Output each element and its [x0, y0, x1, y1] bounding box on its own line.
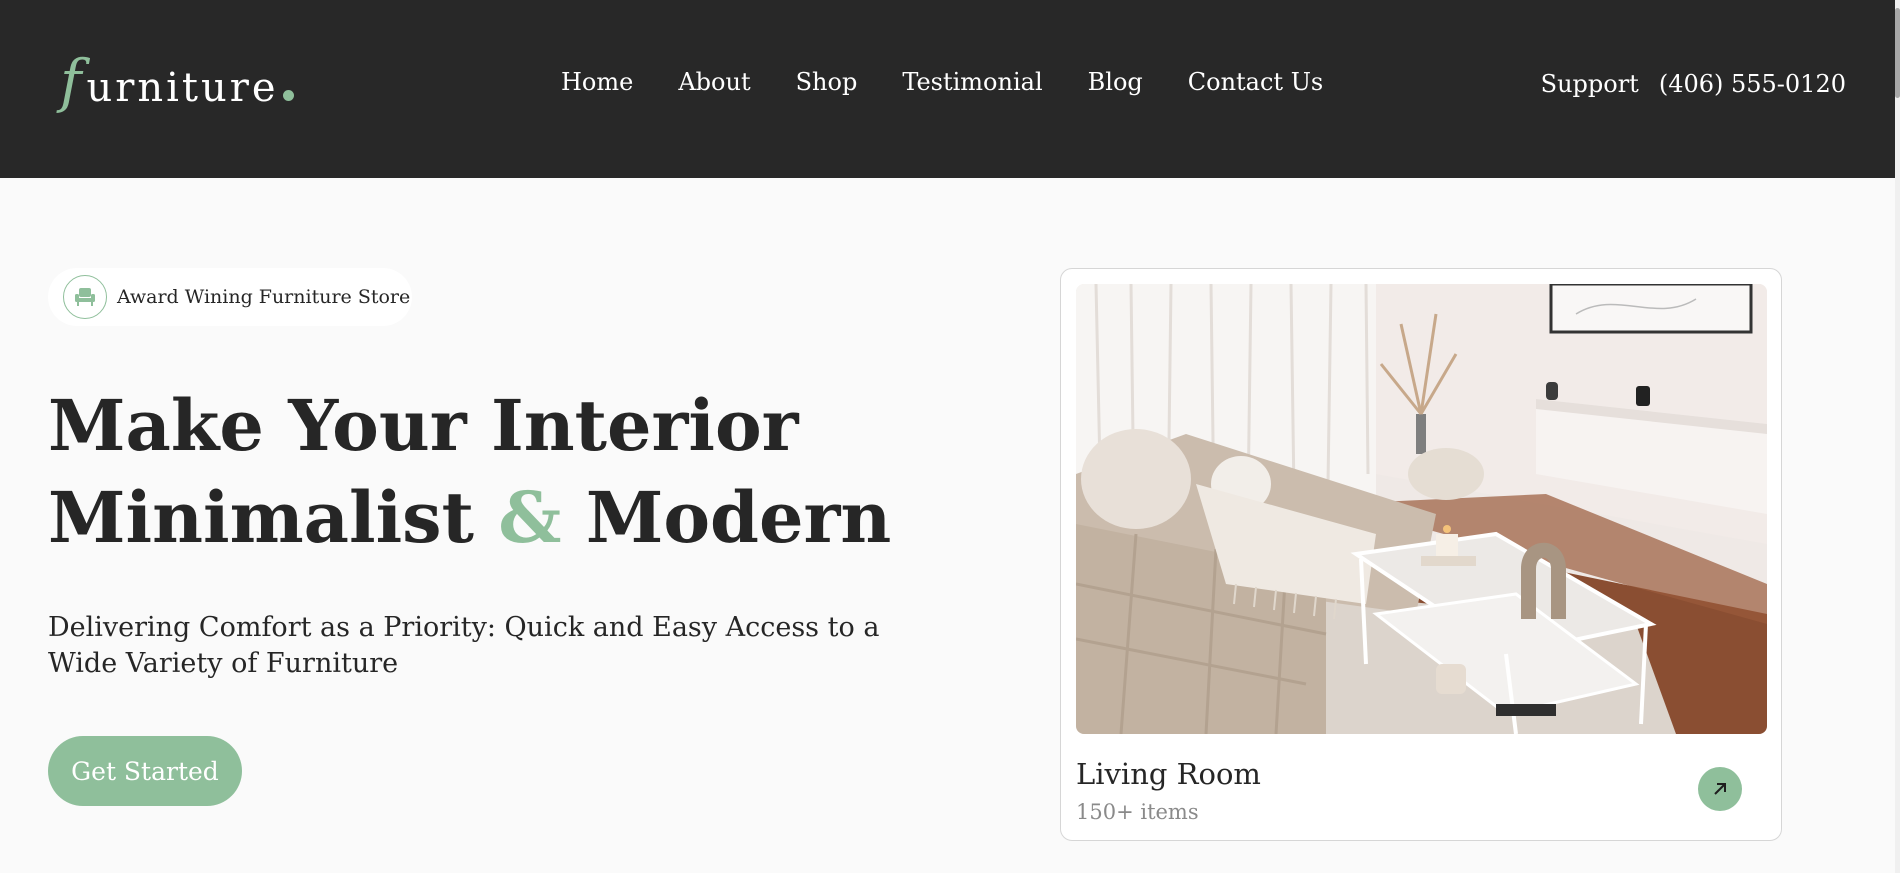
- support-contact: Support (406) 555-0120: [1541, 72, 1846, 96]
- card-item-count: 150+ items: [1076, 800, 1199, 824]
- armchair-icon: [63, 275, 107, 319]
- scrollbar-thumb[interactable]: [1895, 8, 1900, 98]
- hero-title: Make Your Interior Minimalist & Modern: [48, 380, 891, 564]
- hero-title-word-minimalist: Minimalist: [48, 476, 474, 559]
- logo-initial: f: [60, 47, 85, 115]
- badge-text: Award Wining Furniture Store: [117, 286, 411, 308]
- nav-contact-us[interactable]: Contact Us: [1188, 70, 1323, 94]
- hero-description: Delivering Comfort as a Priority: Quick …: [48, 612, 880, 679]
- logo-text: urniture: [86, 65, 279, 111]
- nav-testimonial[interactable]: Testimonial: [902, 70, 1042, 94]
- nav-shop[interactable]: Shop: [796, 70, 858, 94]
- logo-dot: [282, 90, 294, 101]
- nav-about[interactable]: About: [678, 70, 750, 94]
- hero-title-line1: Make Your Interior: [48, 384, 799, 467]
- get-started-button[interactable]: Get Started: [48, 736, 242, 806]
- nav-blog[interactable]: Blog: [1088, 70, 1143, 94]
- arrow-up-right-icon[interactable]: [1698, 767, 1742, 811]
- logo[interactable]: furniture: [60, 52, 294, 110]
- hero-title-word-modern: Modern: [585, 476, 892, 559]
- page-scrollbar[interactable]: [1895, 0, 1900, 873]
- main-nav: Home About Shop Testimonial Blog Contact…: [561, 70, 1323, 94]
- living-room-image: [1076, 284, 1767, 734]
- card-title: Living Room: [1076, 757, 1261, 791]
- award-badge: Award Wining Furniture Store: [48, 268, 412, 326]
- support-label: Support: [1540, 70, 1639, 98]
- support-phone[interactable]: (406) 555-0120: [1659, 70, 1846, 98]
- category-card-living-room[interactable]: Living Room 150+ items: [1060, 268, 1782, 841]
- nav-home[interactable]: Home: [561, 70, 633, 94]
- site-header: furniture Home About Shop Testimonial Bl…: [0, 0, 1895, 178]
- hero-title-ampersand: &: [498, 476, 562, 559]
